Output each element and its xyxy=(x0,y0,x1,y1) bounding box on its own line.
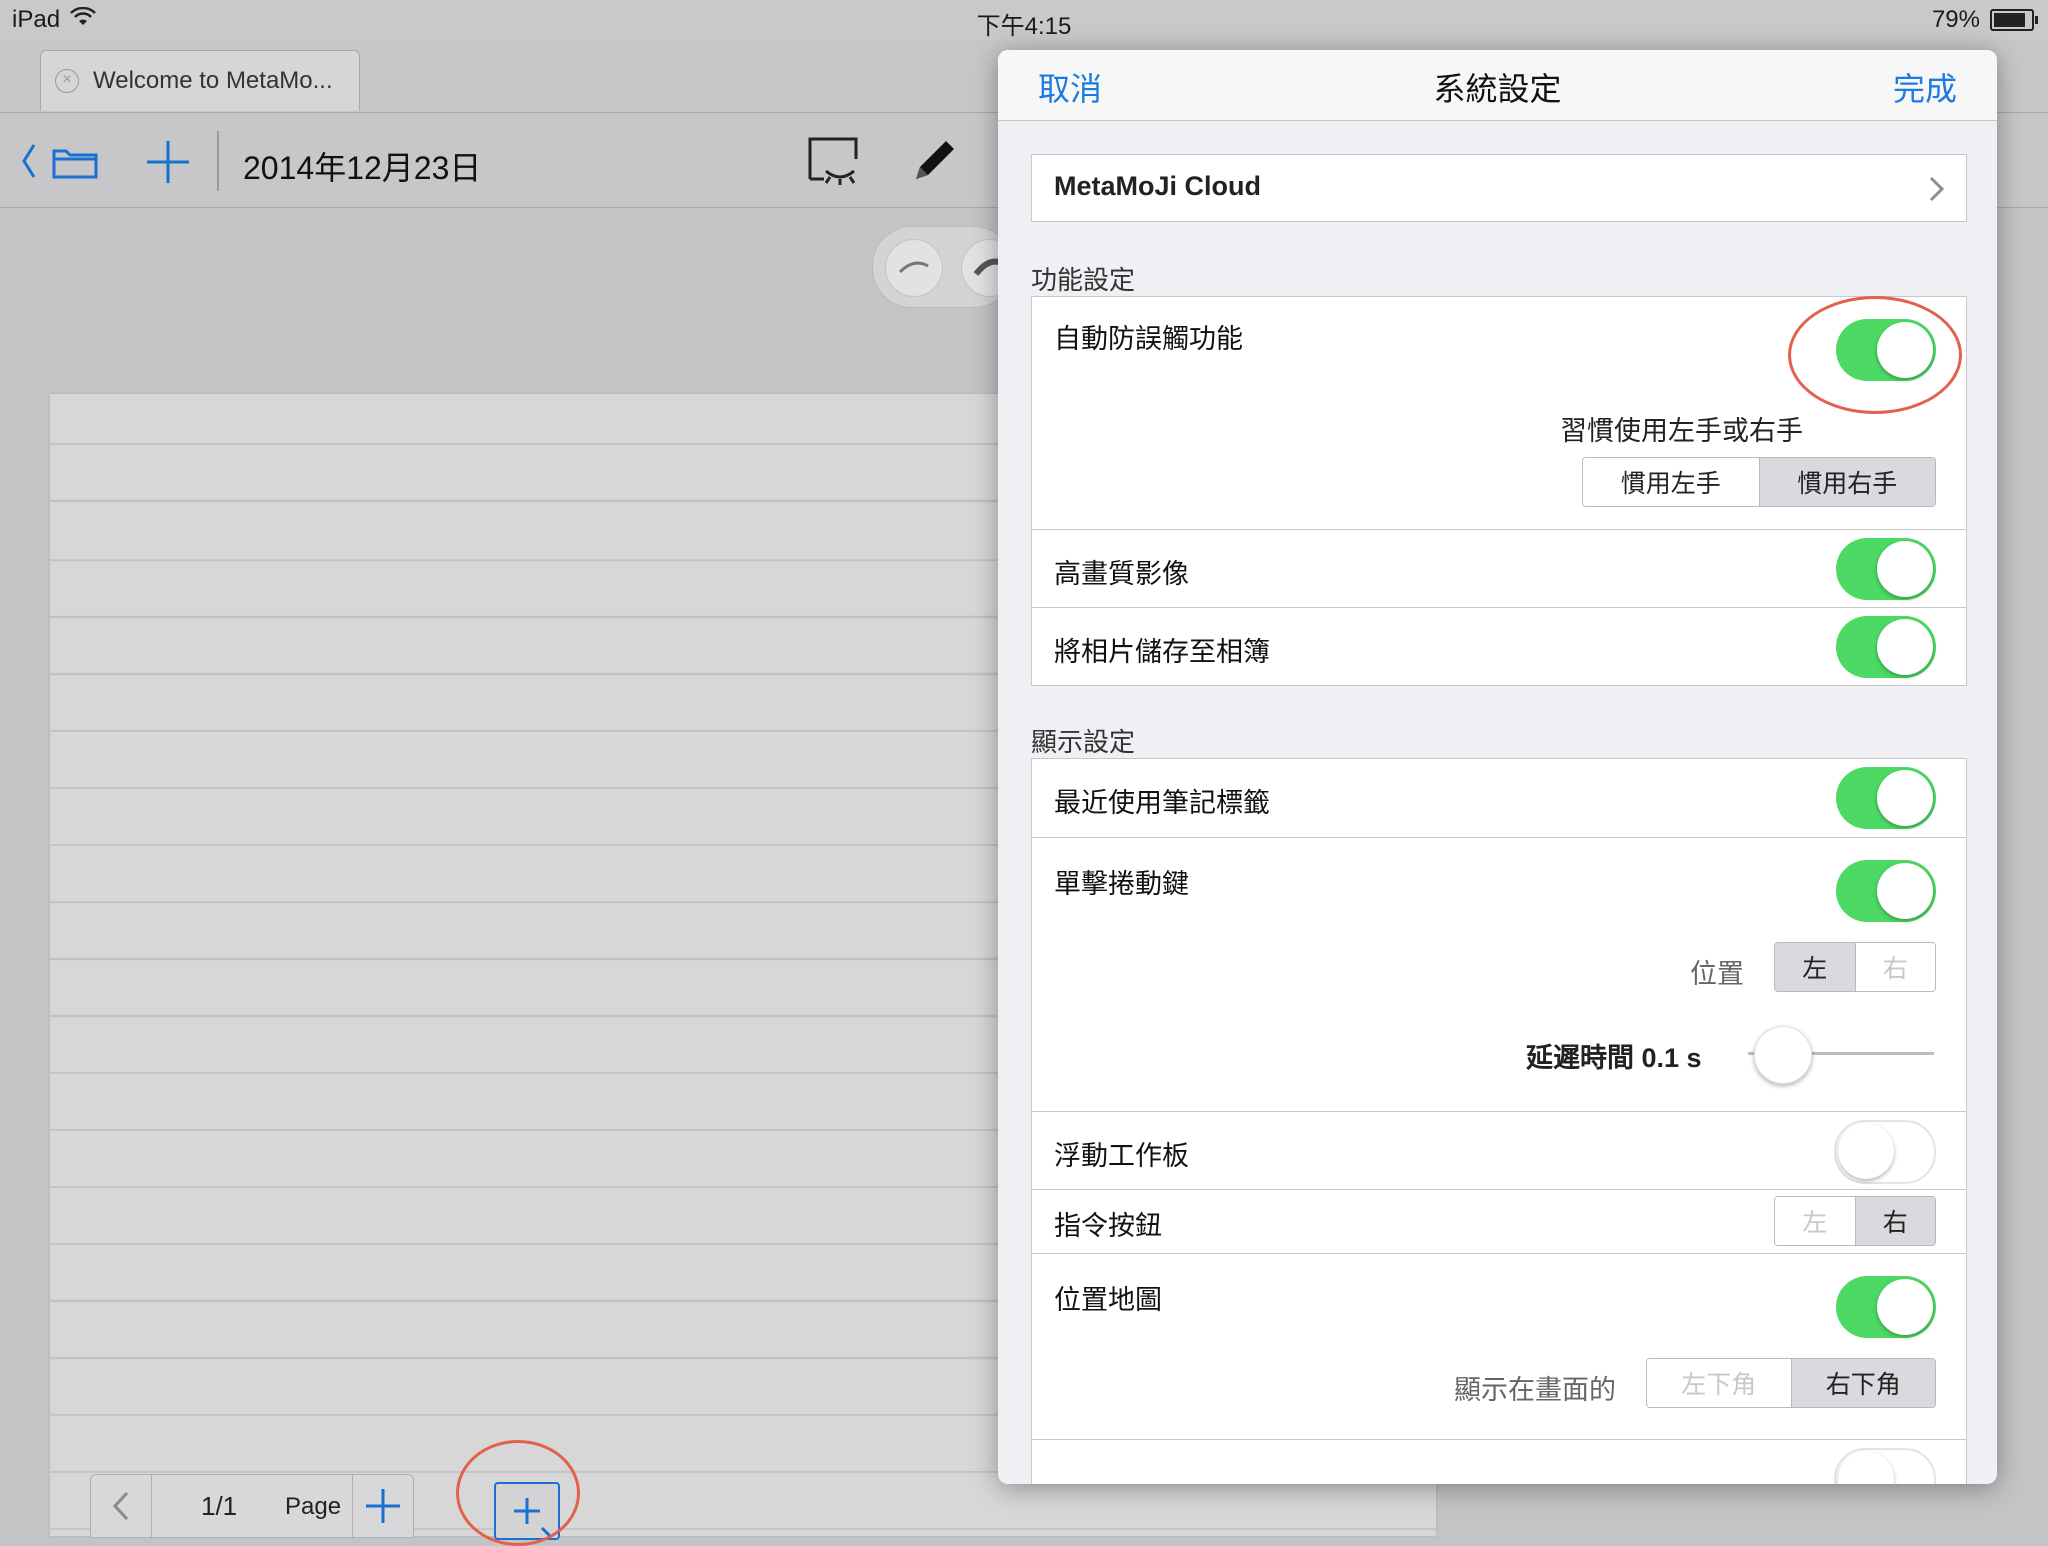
clock: 下午4:15 xyxy=(976,13,1072,40)
next-setting-row-partial xyxy=(1032,1439,1966,1484)
delay-time-label: 延遲時間 0.1 s xyxy=(1526,1043,1702,1073)
delay-slider-knob[interactable] xyxy=(1754,1026,1812,1084)
document-tab[interactable]: × Welcome to MetaMo... xyxy=(40,50,360,111)
scroll-button-label: 單擊捲動鍵 xyxy=(1054,869,1189,899)
plus-icon xyxy=(366,1489,400,1523)
folder-icon xyxy=(52,149,98,179)
display-section-header: 顯示設定 xyxy=(1031,727,1136,757)
pen-tool-button[interactable] xyxy=(910,137,958,190)
pen-preset-1[interactable] xyxy=(885,239,943,297)
chevron-right-icon xyxy=(1926,175,1946,208)
location-map-label: 位置地圖 xyxy=(1054,1285,1162,1315)
page-label: Page xyxy=(285,1493,342,1520)
location-map-row: 位置地圖 顯示在畫面的 左下角 右下角 xyxy=(1032,1253,1966,1440)
settings-title: 系統設定 xyxy=(1433,71,1562,107)
command-button-left[interactable]: 左 xyxy=(1775,1197,1855,1245)
display-settings-group: 最近使用筆記標籤 單擊捲動鍵 位置 左 右 延遲時間 0.1 s 浮動工作板 指… xyxy=(1031,758,1967,1484)
metamoji-cloud-row[interactable]: MetaMoJi Cloud xyxy=(1031,154,1967,222)
eye-icon xyxy=(808,137,858,185)
handedness-segmented: 慣用左手 慣用右手 xyxy=(1582,457,1936,507)
command-button-row: 指令按鈕 左 右 xyxy=(1032,1189,1966,1254)
view-mode-button[interactable] xyxy=(806,135,862,192)
pen-palette[interactable] xyxy=(872,226,1019,308)
map-position-left[interactable]: 左下角 xyxy=(1647,1359,1791,1407)
new-note-button[interactable] xyxy=(144,139,192,190)
save-photos-label: 將相片儲存至相簿 xyxy=(1054,637,1270,667)
document-tab-title: Welcome to MetaMo... xyxy=(93,67,333,94)
palm-rejection-label: 自動防誤觸功能 xyxy=(1054,324,1243,354)
scroll-position-left[interactable]: 左 xyxy=(1775,943,1855,991)
status-bar: iPad 下午4:15 79% xyxy=(0,0,2048,40)
chevron-left-icon xyxy=(112,1491,129,1521)
prev-page-button[interactable] xyxy=(91,1475,152,1537)
map-show-label: 顯示在畫面的 xyxy=(1454,1375,1616,1405)
plus-icon xyxy=(147,141,189,183)
map-position-right[interactable]: 右下角 xyxy=(1790,1359,1935,1407)
highlight-circle-insert xyxy=(456,1440,580,1546)
save-photos-row: 將相片儲存至相簿 xyxy=(1032,607,1966,686)
scroll-position-segmented: 左 右 xyxy=(1774,942,1936,992)
scroll-button-toggle[interactable] xyxy=(1836,860,1936,922)
battery-percent: 79% xyxy=(1931,6,1980,33)
back-to-folder-button[interactable] xyxy=(20,141,106,186)
page-navigator: 1/1 Page xyxy=(90,1474,414,1538)
handedness-label: 習慣使用左手或右手 xyxy=(1560,416,1803,446)
chevron-left-icon xyxy=(22,144,36,178)
scroll-position-label: 位置 xyxy=(1690,959,1744,989)
scroll-position-right[interactable]: 右 xyxy=(1854,943,1935,991)
high-quality-row: 高畫質影像 xyxy=(1032,529,1966,608)
location-map-toggle[interactable] xyxy=(1836,1276,1936,1338)
recent-tags-toggle[interactable] xyxy=(1836,767,1936,829)
high-quality-toggle[interactable] xyxy=(1836,538,1936,600)
right-handed-option[interactable]: 慣用右手 xyxy=(1758,458,1935,506)
next-setting-toggle[interactable] xyxy=(1834,1448,1936,1484)
floating-palette-label: 浮動工作板 xyxy=(1054,1141,1189,1171)
recent-tags-label: 最近使用筆記標籤 xyxy=(1054,788,1270,818)
save-photos-toggle[interactable] xyxy=(1836,616,1936,678)
metamoji-cloud-label: MetaMoJi Cloud xyxy=(1054,171,1261,201)
recent-tags-row: 最近使用筆記標籤 xyxy=(1032,759,1966,837)
system-settings-popover: 取消 系統設定 完成 MetaMoJi Cloud 功能設定 自動防誤觸功能 習… xyxy=(998,50,1997,1484)
floating-palette-toggle[interactable] xyxy=(1834,1120,1936,1184)
note-title: 2014年12月23日 xyxy=(243,150,482,186)
battery-icon xyxy=(1990,9,2038,31)
pen-icon xyxy=(916,141,954,179)
close-tab-icon[interactable]: × xyxy=(55,69,79,93)
function-section-header: 功能設定 xyxy=(1031,265,1136,295)
command-button-label: 指令按鈕 xyxy=(1054,1211,1162,1241)
page-counter: 1/1 xyxy=(201,1491,238,1521)
command-button-segmented: 左 右 xyxy=(1774,1196,1936,1246)
command-button-right[interactable]: 右 xyxy=(1854,1197,1935,1245)
map-position-segmented: 左下角 右下角 xyxy=(1646,1358,1936,1408)
highlight-circle-toggle xyxy=(1788,296,1962,414)
toolbar-separator xyxy=(217,131,219,191)
floating-palette-row: 浮動工作板 xyxy=(1032,1111,1966,1190)
done-button[interactable]: 完成 xyxy=(1893,64,1957,110)
high-quality-label: 高畫質影像 xyxy=(1054,559,1189,589)
left-handed-option[interactable]: 慣用左手 xyxy=(1583,458,1759,506)
scroll-button-row: 單擊捲動鍵 位置 左 右 延遲時間 0.1 s xyxy=(1032,837,1966,1112)
add-page-button[interactable] xyxy=(352,1475,413,1537)
settings-nav-bar: 取消 系統設定 完成 xyxy=(998,50,1997,121)
